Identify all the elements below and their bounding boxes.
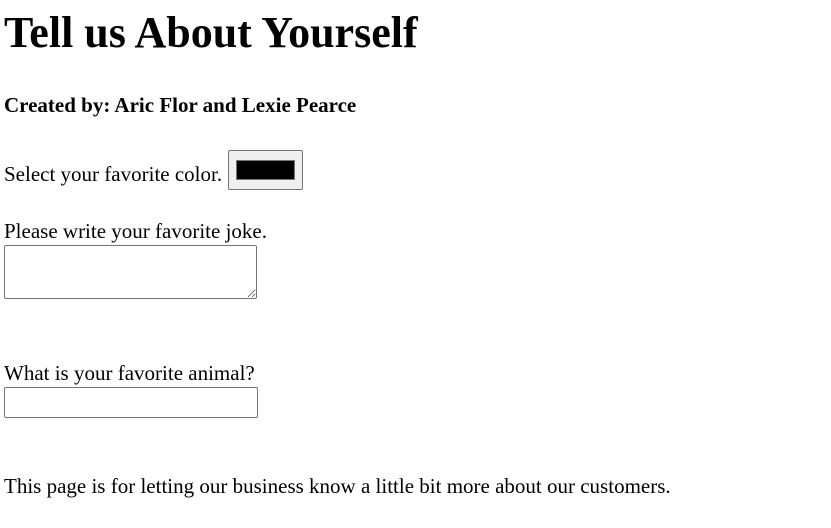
page-title: Tell us About Yourself <box>4 8 418 57</box>
credits-heading: Created by: Aric Flor and Lexie Pearce <box>4 93 357 117</box>
animal-label: What is your favorite animal? <box>4 361 255 385</box>
color-field-row: Select your favorite color. <box>4 150 304 190</box>
color-picker-button[interactable] <box>228 150 304 190</box>
animal-input[interactable] <box>4 387 258 418</box>
joke-label: Please write your favorite joke. <box>4 219 267 243</box>
color-label: Select your favorite color. <box>4 162 223 186</box>
page-description: This page is for letting our business kn… <box>4 474 671 498</box>
color-swatch <box>236 160 296 180</box>
joke-textarea[interactable] <box>4 245 257 299</box>
